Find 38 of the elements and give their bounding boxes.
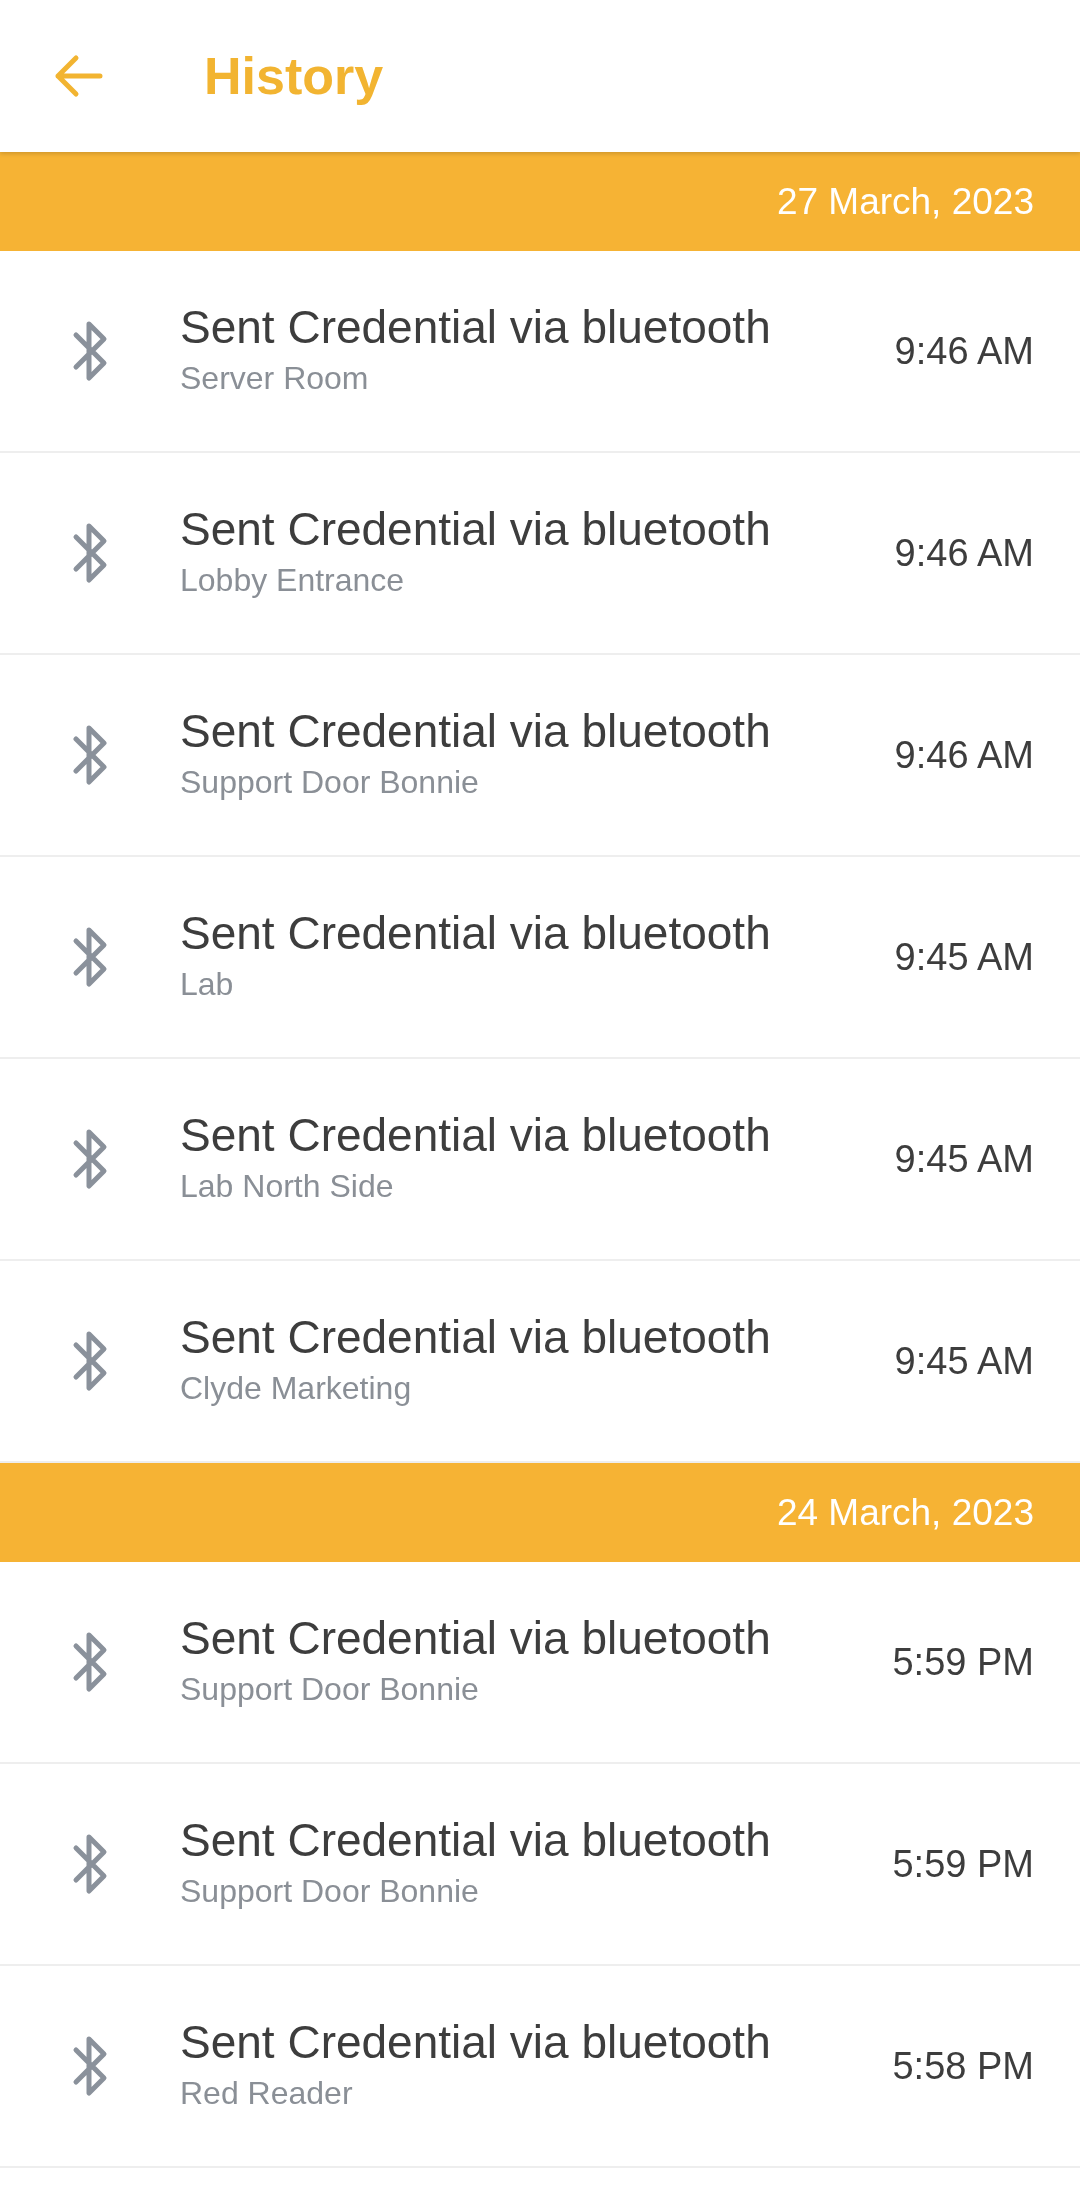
event-title: Sent Credential via bluetooth [180, 1610, 772, 1665]
history-item[interactable]: Sent Credential via bluetooth Server Room 9:46 AM [0, 251, 1080, 453]
door-name: Support Door Bonnie [180, 1872, 480, 1910]
event-title: Sent Credential via bluetooth [180, 501, 772, 556]
event-title: Sent Credential via bluetooth [180, 703, 772, 758]
event-time: 9:46 AM [894, 733, 1035, 777]
date-label: 27 March, 2023 [776, 180, 1034, 223]
date-label: 24 March, 2023 [776, 1491, 1034, 1534]
history-item[interactable]: Sent Credential via bluetooth Support Door Bonnie 5:59 PM [0, 1764, 1080, 1966]
event-title: Sent Credential via bluetooth [180, 2014, 772, 2069]
door-name: Support Door Bonnie [180, 763, 480, 801]
door-name: Lab North Side [180, 1167, 395, 1205]
screen-title: History [204, 46, 384, 106]
event-time: 5:59 PM [892, 1842, 1035, 1886]
event-title: Sent Credential via bluetooth [180, 1107, 772, 1162]
door-name: Lobby Entrance [180, 561, 406, 599]
history-item[interactable]: Sent Credential via bluetooth Support Door Bonnie 9:46 AM [0, 655, 1080, 857]
door-name: Red Reader [180, 2074, 354, 2112]
history-item[interactable]: Sent Credential via bluetooth Support Door Bonnie 5:59 PM [0, 1562, 1080, 1764]
event-title: Sent Credential via bluetooth [180, 905, 772, 960]
event-time: 5:59 PM [892, 1640, 1035, 1684]
event-time: 9:45 AM [894, 1137, 1035, 1181]
history-item[interactable]: Sent Credential via bluetooth Lab 9:45 AM [0, 857, 1080, 1059]
door-name: Server Room [180, 359, 370, 397]
event-title: Sent Credential via bluetooth [180, 1309, 772, 1364]
event-time: 5:58 PM [892, 2044, 1035, 2088]
event-time: 9:45 AM [894, 935, 1035, 979]
door-name: Support Door Bonnie [180, 1670, 480, 1708]
history-item[interactable]: Sent Credential via bluetooth Lab North Side 9:45 AM [0, 1059, 1080, 1261]
history-item[interactable]: Sent Credential via bluetooth Red Reader 5:58 PM [0, 1966, 1080, 2168]
event-title: Sent Credential via bluetooth [180, 299, 772, 354]
event-time: 9:46 AM [894, 531, 1035, 575]
history-item[interactable]: Sent Credential via bluetooth Lobby Entrance 9:46 AM [0, 453, 1080, 655]
event-time: 9:46 AM [894, 329, 1035, 373]
door-name: Clyde Marketing [180, 1369, 413, 1407]
event-title: Sent Credential via bluetooth [180, 1812, 772, 1867]
event-time: 9:45 AM [894, 1339, 1035, 1383]
door-name: Lab [180, 965, 235, 1003]
